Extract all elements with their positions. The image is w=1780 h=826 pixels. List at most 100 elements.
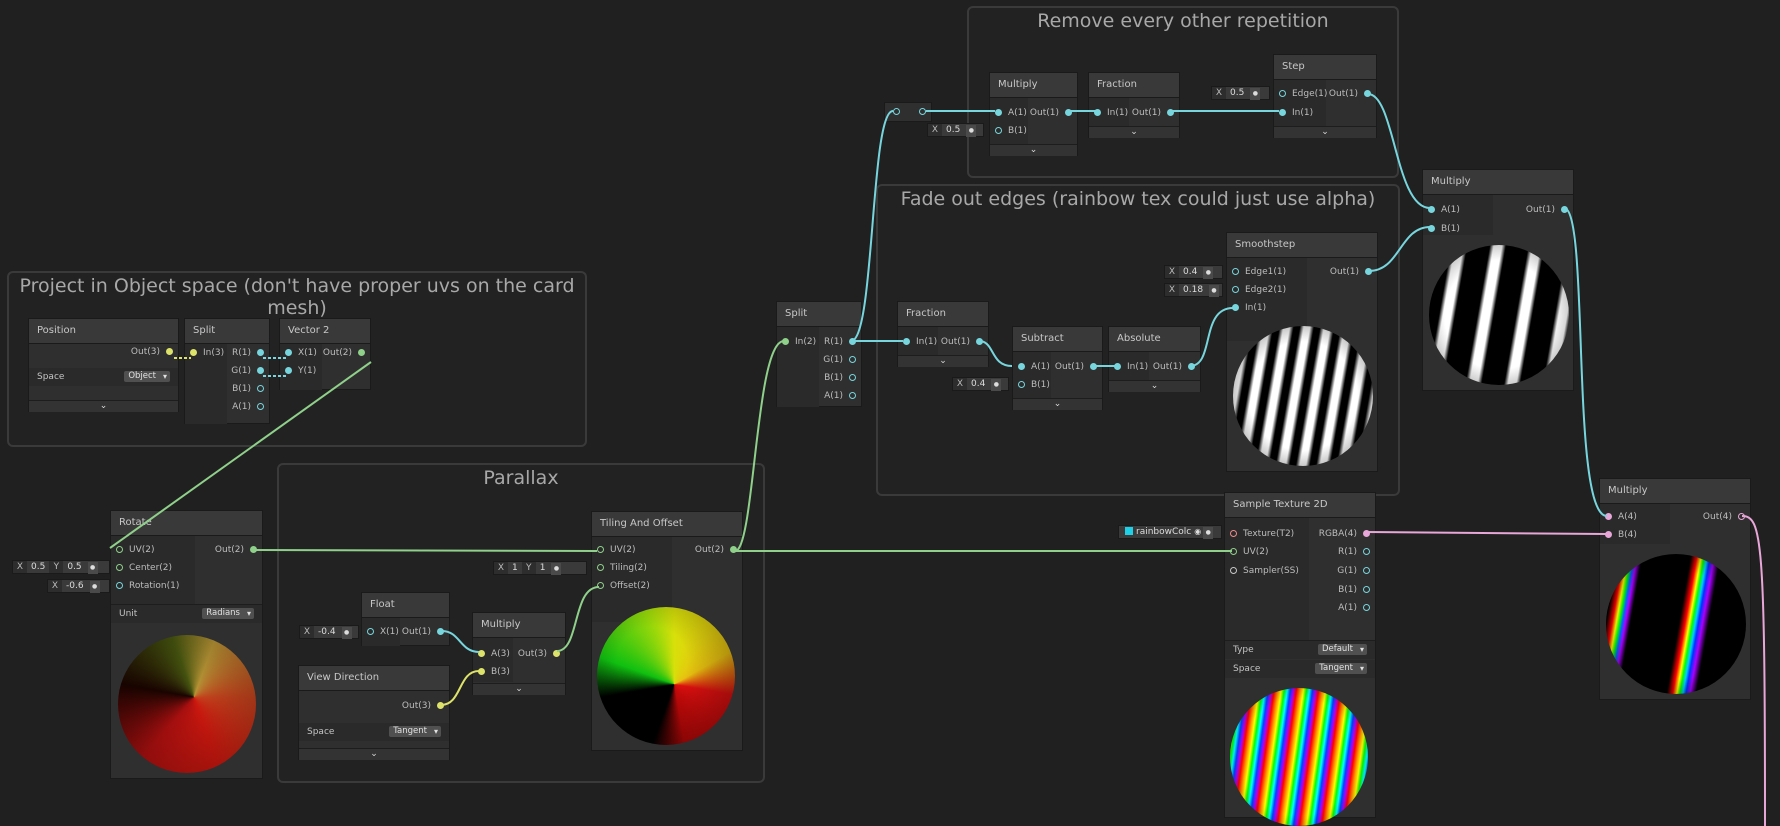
g-port[interactable] — [257, 367, 264, 374]
center-port[interactable] — [116, 564, 123, 571]
b-port[interactable] — [849, 374, 856, 381]
edge1-port[interactable] — [1232, 268, 1239, 275]
out-port[interactable] — [976, 338, 983, 345]
chevron-down-icon[interactable]: ⌄ — [1109, 380, 1200, 392]
uv-port[interactable] — [1230, 548, 1237, 555]
fraction-top-node[interactable]: Fraction In(1) Out(1) ⌄ — [1088, 72, 1180, 138]
out-port[interactable] — [1738, 513, 1745, 520]
uv-port[interactable] — [597, 546, 604, 553]
sampler-port[interactable] — [1230, 567, 1237, 574]
chevron-down-icon[interactable]: ⌄ — [473, 683, 565, 695]
out-port[interactable] — [1365, 268, 1372, 275]
b-value[interactable]: 0.5 — [942, 124, 964, 136]
float-x-field[interactable]: X -0.4 ● — [299, 625, 359, 639]
object-picker-icon[interactable]: ◉ — [1194, 527, 1201, 536]
fraction-mid-node[interactable]: Fraction In(1) Out(1) ⌄ — [897, 301, 989, 367]
x-port[interactable] — [285, 349, 292, 356]
out-port[interactable] — [437, 702, 444, 709]
out-port[interactable] — [1090, 363, 1097, 370]
x-port[interactable] — [367, 628, 374, 635]
reroute-input-port[interactable] — [893, 108, 900, 115]
reroute-output-port[interactable] — [919, 108, 926, 115]
out-port[interactable] — [1167, 109, 1174, 116]
edge1-value[interactable]: 0.4 — [1179, 266, 1201, 278]
y-port[interactable] — [285, 367, 292, 374]
subtract-node[interactable]: Subtract A(1) B(1) Out(1) ⌄ — [1012, 326, 1103, 410]
in-port[interactable] — [782, 338, 789, 345]
rotate-center-field[interactable]: X 0.5 Y 0.5 ● — [12, 560, 110, 574]
chevron-down-icon[interactable]: ⌄ — [1089, 126, 1179, 138]
in-port[interactable] — [1114, 363, 1121, 370]
rotate-node[interactable]: Rotate UV(2) Center(2) Rotation(1) Out(2… — [110, 510, 263, 779]
out-port[interactable] — [250, 546, 257, 553]
b-port[interactable] — [995, 127, 1002, 134]
texture-port[interactable] — [1230, 530, 1237, 537]
a-port[interactable] — [478, 650, 485, 657]
rotate-rotation-field[interactable]: X -0.6 ● — [47, 579, 110, 593]
step-node[interactable]: Step Edge(1) In(1) Out(1) ⌄ — [1273, 54, 1377, 138]
space-dropdown[interactable]: Tangent — [389, 726, 441, 737]
out-port[interactable] — [1065, 109, 1072, 116]
in-port[interactable] — [190, 349, 197, 356]
a-port[interactable] — [1363, 604, 1370, 611]
space-dropdown[interactable]: Tangent — [1315, 663, 1367, 674]
b-port[interactable] — [1428, 225, 1435, 232]
step-edge-field[interactable]: X 0.5 ● — [1211, 86, 1270, 100]
multiply-b-field[interactable]: X 0.5 ● — [927, 123, 984, 137]
rotation-port[interactable] — [116, 582, 123, 589]
edge2-value[interactable]: 0.18 — [1179, 284, 1207, 296]
multiply-parallax-node[interactable]: Multiply A(3) B(3) Out(3) ⌄ — [472, 612, 566, 695]
tiling-offset-node[interactable]: Tiling And Offset UV(2) Tiling(2) Offset… — [591, 511, 743, 751]
texture-field[interactable]: rainbowColc ◉ ● — [1118, 525, 1222, 539]
type-dropdown[interactable]: Default — [1317, 644, 1367, 655]
vector2-node[interactable]: Vector 2 X(1) Y(1) Out(2) — [279, 318, 371, 390]
split-main-node[interactable]: Split In(2) R(1) G(1) B(1) A(1) — [776, 301, 862, 407]
chevron-down-icon[interactable]: ⌄ — [990, 144, 1077, 156]
tiling-field[interactable]: X 1 Y 1 ● — [493, 561, 587, 575]
tiling-port[interactable] — [597, 564, 604, 571]
tiling-y-value[interactable]: 1 — [536, 562, 550, 574]
chevron-down-icon[interactable]: ⌄ — [898, 355, 988, 367]
absolute-node[interactable]: Absolute In(1) Out(1) ⌄ — [1108, 326, 1201, 392]
a-port[interactable] — [1428, 206, 1435, 213]
sample-texture-2d-node[interactable]: Sample Texture 2D Texture(T2) UV(2) Samp… — [1224, 492, 1376, 826]
r-port[interactable] — [849, 338, 856, 345]
position-node[interactable]: Position Out(3) Space Object ⌄ — [28, 318, 179, 412]
float-node[interactable]: Float X(1) Out(1) — [361, 592, 450, 646]
unit-dropdown[interactable]: Radians — [202, 608, 254, 619]
a-port[interactable] — [257, 403, 264, 410]
rotation-value[interactable]: -0.6 — [62, 580, 88, 592]
subtract-b-field[interactable]: X 0.4 ● — [952, 377, 1009, 391]
g-port[interactable] — [1363, 567, 1370, 574]
b-port[interactable] — [1605, 531, 1612, 538]
chevron-down-icon[interactable]: ⌄ — [29, 400, 178, 412]
split-obj-node[interactable]: Split In(3) R(1) G(1) B(1) A(1) — [184, 318, 270, 424]
in-port[interactable] — [1279, 109, 1286, 116]
texture-name[interactable]: rainbowColc — [1136, 527, 1191, 537]
a-port[interactable] — [849, 392, 856, 399]
edge-value[interactable]: 0.5 — [1226, 87, 1248, 99]
multiply-top-node[interactable]: Multiply A(1) B(1) Out(1) ⌄ — [989, 72, 1078, 156]
tiling-x-value[interactable]: 1 — [508, 562, 522, 574]
out-port[interactable] — [730, 546, 737, 553]
smoothstep-edge1-field[interactable]: X 0.4 ● — [1164, 265, 1223, 279]
out-port[interactable] — [166, 348, 173, 355]
chevron-down-icon[interactable]: ⌄ — [1013, 398, 1102, 410]
x-value[interactable]: -0.4 — [314, 626, 340, 638]
edge-port[interactable] — [1279, 90, 1286, 97]
g-port[interactable] — [849, 356, 856, 363]
in-port[interactable] — [1094, 109, 1101, 116]
a-port[interactable] — [995, 109, 1002, 116]
center-y-value[interactable]: 0.5 — [63, 561, 85, 573]
out-port[interactable] — [1561, 206, 1568, 213]
in-port[interactable] — [903, 338, 910, 345]
b-port[interactable] — [1363, 586, 1370, 593]
out-port[interactable] — [1364, 90, 1371, 97]
b-port[interactable] — [478, 668, 485, 675]
b-port[interactable] — [1018, 381, 1025, 388]
chevron-down-icon[interactable]: ⌄ — [299, 748, 449, 760]
b-port[interactable] — [257, 385, 264, 392]
r-port[interactable] — [257, 349, 264, 356]
center-x-value[interactable]: 0.5 — [27, 561, 49, 573]
smoothstep-node[interactable]: Smoothstep Edge1(1) Edge2(1) In(1) Out(1… — [1226, 232, 1378, 472]
